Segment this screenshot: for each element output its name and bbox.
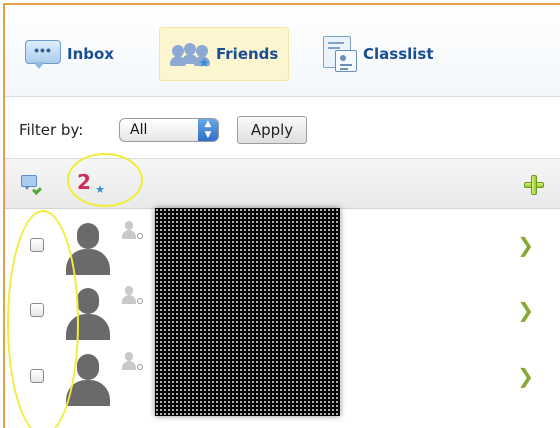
tab-friends-label: Friends <box>216 45 279 63</box>
friends-icon: ★ <box>170 39 210 69</box>
chevron-right-icon[interactable]: ❯ <box>517 235 534 255</box>
annotation-circle-friend-request <box>67 153 143 207</box>
annotation-circle-checkboxes <box>7 210 79 428</box>
tab-friends[interactable]: ★ Friends <box>159 27 290 81</box>
add-icon[interactable] <box>524 175 544 195</box>
tab-classlist[interactable]: Classlist <box>313 27 444 81</box>
tab-bar: ••• Inbox ★ Friends Classlist <box>5 5 560 97</box>
chevron-right-icon[interactable]: ❯ <box>517 300 534 320</box>
select-arrows-icon: ▲ ▼ <box>198 119 218 141</box>
tab-classlist-label: Classlist <box>363 45 434 63</box>
chevron-right-icon[interactable]: ❯ <box>517 366 534 386</box>
presence-icon <box>121 352 143 378</box>
classlist-card-icon <box>323 36 357 72</box>
speech-bubble-icon: ••• <box>25 40 61 69</box>
filter-label: Filter by: <box>19 121 84 139</box>
presence-icon <box>121 221 143 247</box>
friends-panel: ••• Inbox ★ Friends Classlist Filter by:… <box>3 3 560 428</box>
filter-select[interactable]: All ▲ ▼ <box>119 118 219 142</box>
filter-select-value: All <box>130 122 148 138</box>
apply-button[interactable]: Apply <box>237 116 307 144</box>
tab-inbox-label: Inbox <box>67 45 114 63</box>
filter-row: Filter by: All ▲ ▼ Apply <box>5 97 560 159</box>
message-add-icon[interactable] <box>21 175 42 195</box>
redacted-names-block <box>155 208 340 416</box>
tab-inbox[interactable]: ••• Inbox <box>15 27 124 81</box>
presence-icon <box>121 286 143 312</box>
